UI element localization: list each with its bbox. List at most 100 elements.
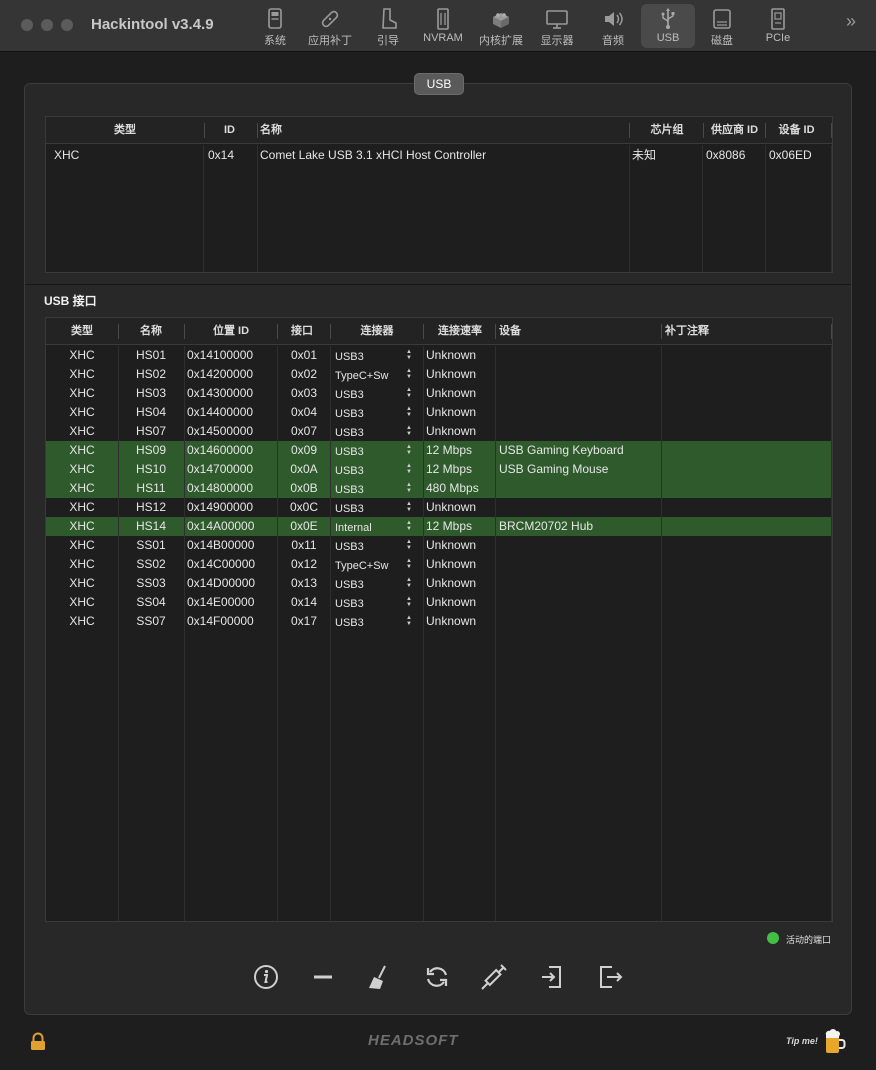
table-row[interactable]: XHC SS07 0x14F00000 0x17 USB3 Unknown ▲ ▼ <box>46 612 832 631</box>
cell-port: 0x11 <box>291 538 317 552</box>
table-row[interactable]: XHC SS04 0x14E00000 0x14 USB3 Unknown ▲ ▼ <box>46 593 832 612</box>
import-button[interactable] <box>537 962 567 992</box>
bandage-icon <box>303 6 357 32</box>
chevron-updown-icon[interactable]: ▲ ▼ <box>406 615 412 627</box>
table-row[interactable]: XHC HS14 0x14A00000 0x0E Internal 12 Mbps BRCM… <box>46 517 832 536</box>
tab-kernel-extensions[interactable]: 内核扩展 <box>474 4 528 48</box>
tab-disks[interactable]: 磁盘 <box>695 4 749 48</box>
table-row[interactable]: XHC HS03 0x14300000 0x03 USB3 Unknown ▲ ▼ <box>46 384 832 403</box>
chevron-updown-icon[interactable]: ▲ ▼ <box>406 501 412 513</box>
chevron-updown-icon[interactable]: ▲ ▼ <box>406 463 412 475</box>
close-window-button[interactable] <box>21 19 33 31</box>
clear-button[interactable] <box>364 962 394 992</box>
column-header-location-id[interactable]: 位置 ID <box>185 318 277 345</box>
zoom-window-button[interactable] <box>61 19 73 31</box>
cell-connector[interactable]: USB3 <box>335 614 364 633</box>
chevron-updown-icon[interactable]: ▲ ▼ <box>406 482 412 494</box>
inject-button[interactable] <box>479 962 509 992</box>
table-row[interactable]: XHC HS10 0x14700000 0x0A USB3 12 Mbps USB Gami… <box>46 460 832 479</box>
table-row[interactable]: XHC HS02 0x14200000 0x02 TypeC+Sw Unknown ▲ ▼ <box>46 365 832 384</box>
cell-location-id: 0x14A00000 <box>187 519 255 533</box>
table-row[interactable]: XHC HS07 0x14500000 0x07 USB3 Unknown ▲ ▼ <box>46 422 832 441</box>
cell-type: XHC <box>69 576 95 590</box>
chevron-updown-icon[interactable]: ▲ ▼ <box>406 558 412 570</box>
tab-apply-patches[interactable]: 应用补丁 <box>303 4 357 48</box>
chevron-updown-icon[interactable]: ▲ ▼ <box>406 406 412 418</box>
info-button[interactable] <box>251 962 281 992</box>
column-header-id[interactable]: ID <box>224 117 254 144</box>
cell-type: XHC <box>69 367 95 381</box>
cell-port: 0x01 <box>290 348 318 362</box>
chevron-updown-icon[interactable]: ▲ ▼ <box>406 520 412 532</box>
column-header-type[interactable]: 类型 <box>46 318 118 345</box>
controllers-table[interactable]: 类型 ID 名称 芯片组 供应商 ID 设备 ID XHC 0x14 Comet… <box>45 116 833 273</box>
refresh-button[interactable] <box>422 962 452 992</box>
pcie-card-icon <box>751 6 805 32</box>
column-header-name[interactable]: 名称 <box>260 117 360 144</box>
tab-usb-panel[interactable]: USB <box>414 73 464 95</box>
column-header-device-id[interactable]: 设备 ID <box>766 117 827 144</box>
cell-location-id: 0x14D00000 <box>187 576 256 590</box>
remove-button[interactable] <box>308 962 338 992</box>
cell-name: HS01 <box>135 348 167 362</box>
lock-icon[interactable] <box>29 1032 47 1055</box>
tab-boot[interactable]: 引导 <box>361 4 415 48</box>
tab-audio[interactable]: 音频 <box>586 4 640 48</box>
chevron-updown-icon[interactable]: ▲ ▼ <box>406 368 412 380</box>
table-row[interactable]: XHC HS11 0x14800000 0x0B USB3 480 Mbps ▲ ▼ <box>46 479 832 498</box>
beer-icon[interactable] <box>823 1028 847 1059</box>
tip-me-label[interactable]: Tip me! <box>786 1036 818 1046</box>
column-header-device[interactable]: 设备 <box>499 318 559 345</box>
chevron-updown-icon[interactable]: ▲ ▼ <box>406 596 412 608</box>
table-row[interactable]: XHC HS12 0x14900000 0x0C USB3 Unknown ▲ ▼ <box>46 498 832 517</box>
export-icon <box>595 966 625 995</box>
cell-name: SS04 <box>136 595 166 609</box>
chevron-updown-icon[interactable]: ▲ ▼ <box>406 425 412 437</box>
chevron-updown-icon[interactable]: ▲ ▼ <box>406 577 412 589</box>
chevron-updown-icon[interactable]: ▲ ▼ <box>406 444 412 456</box>
cell-name: SS03 <box>136 576 166 590</box>
memory-chip-icon <box>416 6 470 32</box>
column-header-vendor-id[interactable]: 供应商 ID <box>704 117 765 144</box>
tab-pcie[interactable]: PCIe <box>751 4 805 48</box>
table-row[interactable]: XHC HS04 0x14400000 0x04 USB3 Unknown ▲ ▼ <box>46 403 832 422</box>
chevron-updown-icon[interactable]: ▲ ▼ <box>406 387 412 399</box>
cell-name: HS03 <box>135 386 167 400</box>
tab-displays[interactable]: 显示器 <box>530 4 584 48</box>
column-header-speed[interactable]: 连接速率 <box>424 318 496 345</box>
chevron-updown-icon[interactable]: ▲ ▼ <box>406 539 412 551</box>
toolbar-overflow-button[interactable]: » <box>846 11 856 32</box>
export-button[interactable] <box>595 962 625 992</box>
minimize-window-button[interactable] <box>41 19 53 31</box>
tab-nvram[interactable]: NVRAM <box>416 4 470 48</box>
cell-type: XHC <box>69 614 95 628</box>
column-header-connector[interactable]: 连接器 <box>331 318 423 345</box>
refresh-icon <box>422 967 452 995</box>
column-header-type[interactable]: 类型 <box>46 117 204 144</box>
tab-system[interactable]: 系统 <box>248 4 302 48</box>
table-row[interactable]: XHC SS02 0x14C00000 0x12 TypeC+Sw Unknown ▲ ▼ <box>46 555 832 574</box>
tab-usb[interactable]: USB <box>641 4 695 48</box>
table-row[interactable]: XHC SS03 0x14D00000 0x13 USB3 Unknown ▲ ▼ <box>46 574 832 593</box>
cell-port: 0x0C <box>289 500 318 514</box>
cell-speed: 12 Mbps <box>426 462 473 476</box>
cell-location-id: 0x14300000 <box>187 386 254 400</box>
table-row[interactable]: XHC 0x14 Comet Lake USB 3.1 xHCI Host Co… <box>46 146 832 165</box>
table-row[interactable]: XHC HS09 0x14600000 0x09 USB3 12 Mbps USB Gami… <box>46 441 832 460</box>
chevron-updown-icon[interactable]: ▲ ▼ <box>406 349 412 361</box>
column-header-chipset[interactable]: 芯片组 <box>630 117 704 144</box>
usb-ports-table[interactable]: 类型 名称 位置 ID 接口 连接器 连接速率 设备 补丁注释 XHC HS01 0… <box>45 317 833 922</box>
headsoft-logo: HEADSOFT <box>368 1032 459 1049</box>
table-row[interactable]: XHC SS01 0x14B00000 0x11 USB3 Unknown ▲ ▼ <box>46 536 832 555</box>
cell-speed: Unknown <box>426 405 477 419</box>
column-header-name[interactable]: 名称 <box>119 318 183 345</box>
cell-location-id: 0x14C00000 <box>187 557 256 571</box>
cell-name: HS04 <box>135 405 167 419</box>
column-header-patch-comment[interactable]: 补丁注释 <box>665 318 745 345</box>
column-header-port[interactable]: 接口 <box>291 318 331 345</box>
cell-port: 0x02 <box>290 367 318 381</box>
syringe-icon <box>479 964 509 995</box>
cell-name: SS07 <box>136 614 166 628</box>
table-row[interactable]: XHC HS01 0x14100000 0x01 USB3 Unknown ▲ ▼ <box>46 346 832 365</box>
cell-device: BRCM20702 Hub <box>499 519 594 533</box>
